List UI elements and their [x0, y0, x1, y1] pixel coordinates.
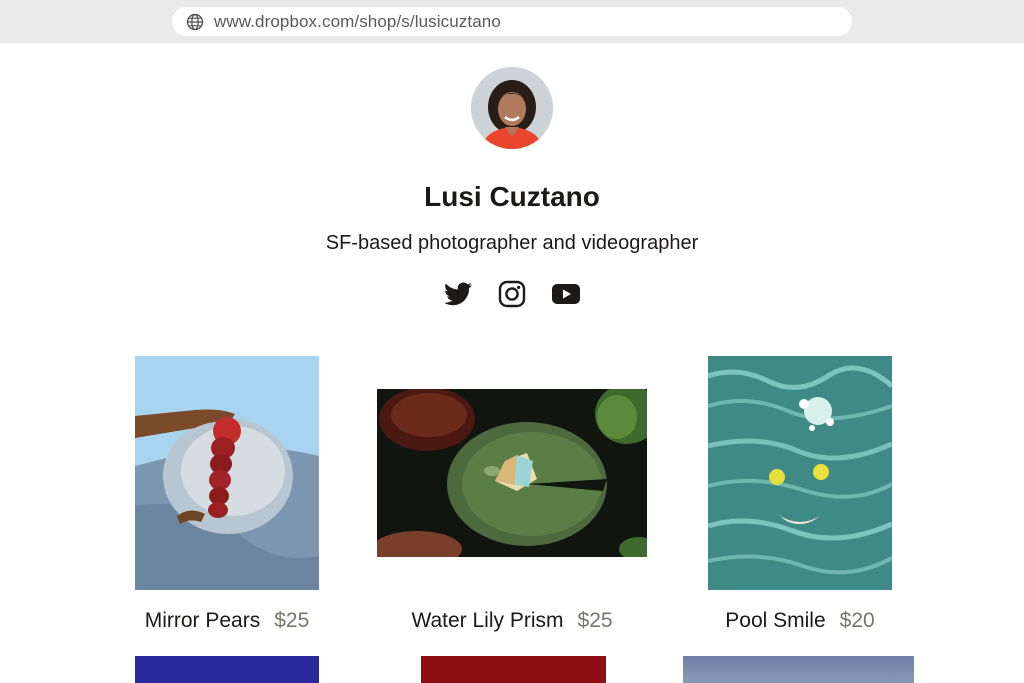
product-title: Water Lily Prism — [411, 609, 564, 632]
youtube-icon[interactable] — [552, 280, 580, 308]
instagram-icon[interactable] — [498, 280, 526, 308]
globe-icon — [186, 13, 204, 31]
product-image-row2-1[interactable] — [135, 656, 319, 683]
product-caption-water-lily-prism[interactable]: Water Lily Prism $25 — [382, 609, 642, 633]
browser-toolbar: www.dropbox.com/shop/s/lusicuztano — [0, 0, 1024, 43]
address-bar[interactable]: www.dropbox.com/shop/s/lusicuztano — [172, 7, 852, 36]
profile-bio: SF-based photographer and videographer — [325, 232, 699, 254]
url-text: www.dropbox.com/shop/s/lusicuztano — [214, 11, 501, 31]
product-price: $25 — [577, 609, 613, 632]
twitter-icon[interactable] — [444, 280, 472, 308]
product-image-mirror-pears[interactable] — [135, 356, 319, 590]
product-caption-pool-smile[interactable]: Pool Smile $20 — [698, 609, 902, 633]
product-image-water-lily-prism[interactable] — [377, 389, 647, 557]
social-links — [0, 280, 1024, 308]
product-image-row2-3[interactable] — [683, 656, 914, 683]
avatar — [471, 67, 553, 149]
product-image-pool-smile[interactable] — [708, 356, 892, 590]
profile-name: Lusi Cuztano — [424, 181, 600, 212]
product-caption-mirror-pears[interactable]: Mirror Pears $25 — [127, 609, 327, 633]
product-title: Pool Smile — [725, 609, 826, 632]
product-price: $20 — [839, 609, 875, 632]
shop-page: Lusi Cuztano SF-based photographer and v… — [0, 43, 1024, 683]
product-price: $25 — [274, 609, 310, 632]
product-title: Mirror Pears — [144, 609, 261, 632]
product-image-row2-2[interactable] — [421, 656, 606, 683]
